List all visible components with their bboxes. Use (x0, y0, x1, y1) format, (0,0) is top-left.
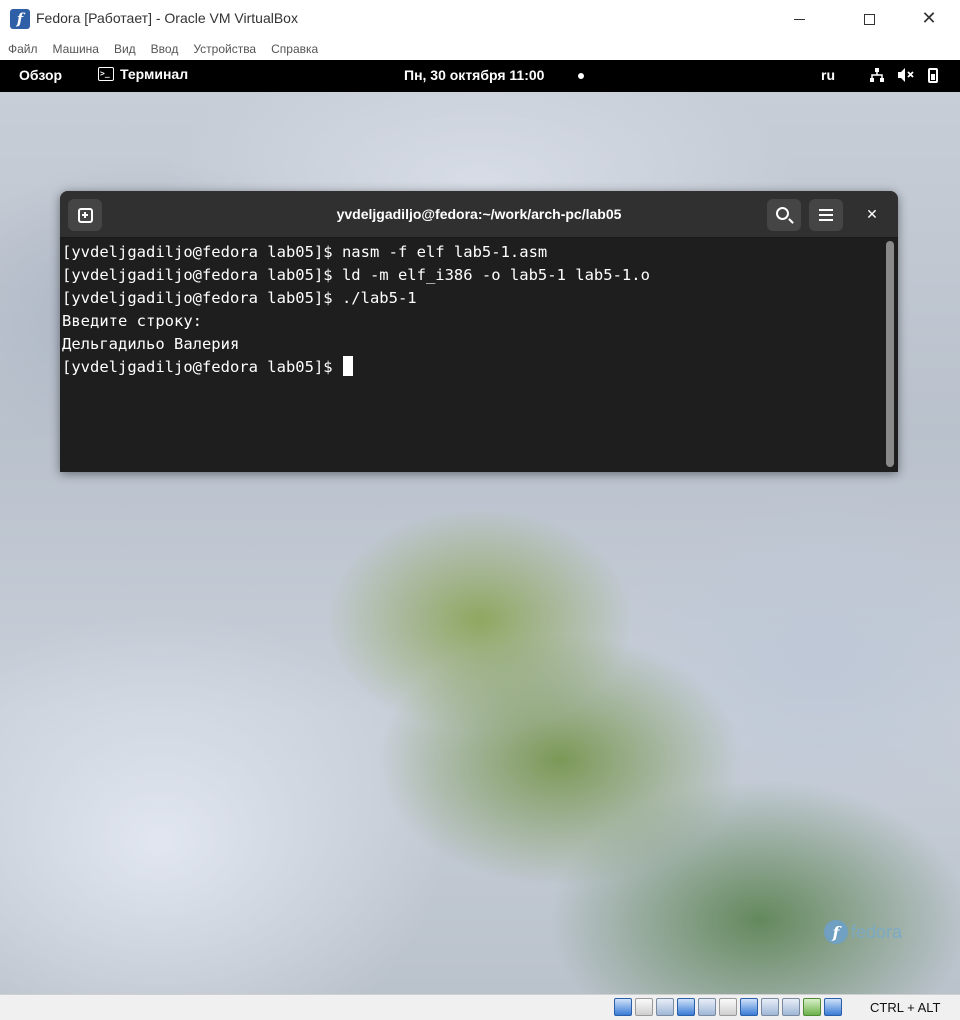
menu-input[interactable]: Ввод (151, 42, 179, 56)
recording-icon[interactable] (761, 998, 779, 1016)
virtualization-icon[interactable] (782, 998, 800, 1016)
terminal-line: Дельгадильо Валерия (62, 335, 240, 353)
fedora-logo-icon: f (824, 920, 848, 944)
terminal-scrollbar[interactable] (886, 241, 894, 467)
terminal-close-button[interactable]: ✕ (861, 204, 883, 226)
language-indicator[interactable]: ru (821, 67, 835, 83)
maximize-button[interactable] (846, 0, 892, 38)
host-key-indicator: CTRL + ALT (870, 1000, 941, 1015)
menu-help[interactable]: Справка (271, 42, 318, 56)
display-icon[interactable] (740, 998, 758, 1016)
app-menu-label: Терминал (120, 66, 189, 82)
menubar: Файл Машина Вид Ввод Устройства Справка (0, 38, 960, 60)
terminal-line: Введите строку: (62, 312, 202, 330)
device-indicators (614, 998, 845, 1016)
virtualbox-statusbar: CTRL + ALT (0, 994, 960, 1020)
app-menu[interactable]: >_ Терминал (98, 66, 188, 82)
menu-devices[interactable]: Устройства (193, 42, 256, 56)
minimize-icon (793, 18, 805, 20)
menu-button[interactable] (809, 199, 843, 231)
clock[interactable]: Пн, 30 октября 11:00 (404, 67, 544, 83)
terminal-prompt-line[interactable]: [yvdeljgadiljo@fedora lab05]$ (62, 356, 882, 379)
keyboard-capture-icon[interactable] (824, 998, 842, 1016)
mouse-integration-icon[interactable] (803, 998, 821, 1016)
hamburger-icon (819, 209, 833, 221)
search-icon (776, 207, 789, 220)
overview-button[interactable]: Обзор (19, 67, 62, 83)
volume-muted-icon[interactable] (897, 67, 915, 87)
terminal-line: [yvdeljgadiljo@fedora lab05]$ ./lab5-1 (62, 289, 417, 307)
terminal-window[interactable]: yvdeljgadiljo@fedora:~/work/arch-pc/lab0… (60, 191, 898, 472)
terminal-line: [yvdeljgadiljo@fedora lab05]$ nasm -f el… (62, 243, 548, 261)
menu-file[interactable]: Файл (8, 42, 38, 56)
close-icon: ✕ (866, 207, 878, 223)
storage-icon[interactable] (614, 998, 632, 1016)
gnome-top-bar: Обзор >_ Терминал Пн, 30 октября 11:00 r… (0, 60, 960, 92)
terminal-headerbar: yvdeljgadiljo@fedora:~/work/arch-pc/lab0… (60, 191, 898, 238)
menu-machine[interactable]: Машина (53, 42, 99, 56)
close-icon: ✕ (921, 8, 937, 29)
close-window-button[interactable]: ✕ (906, 0, 952, 38)
terminal-prompt: [yvdeljgadiljo@fedora lab05]$ (62, 358, 342, 376)
guest-display[interactable]: Обзор >_ Терминал Пн, 30 октября 11:00 r… (0, 60, 960, 994)
minimize-button[interactable] (776, 0, 822, 38)
maximize-icon (863, 13, 875, 25)
text-cursor (342, 356, 353, 376)
terminal-output[interactable]: [yvdeljgadiljo@fedora lab05]$ nasm -f el… (62, 241, 882, 471)
usb-icon[interactable] (698, 998, 716, 1016)
window-title: Fedora [Работает] - Oracle VM VirtualBox (36, 10, 298, 26)
network-icon[interactable] (869, 67, 885, 87)
search-button[interactable] (767, 199, 801, 231)
virtualbox-icon: f (10, 9, 30, 29)
menu-view[interactable]: Вид (114, 42, 136, 56)
battery-icon[interactable] (928, 68, 938, 83)
terminal-icon: >_ (98, 67, 114, 81)
optical-drive-icon[interactable] (635, 998, 653, 1016)
shared-folders-icon[interactable] (719, 998, 737, 1016)
network-adapter-icon[interactable] (677, 998, 695, 1016)
notification-dot-icon (578, 73, 584, 79)
host-titlebar: f Fedora [Работает] - Oracle VM VirtualB… (0, 0, 960, 38)
fedora-logo-text: fedora (851, 921, 903, 942)
audio-icon[interactable] (656, 998, 674, 1016)
fedora-watermark: f fedora (824, 920, 902, 944)
terminal-line: [yvdeljgadiljo@fedora lab05]$ ld -m elf_… (62, 266, 650, 284)
